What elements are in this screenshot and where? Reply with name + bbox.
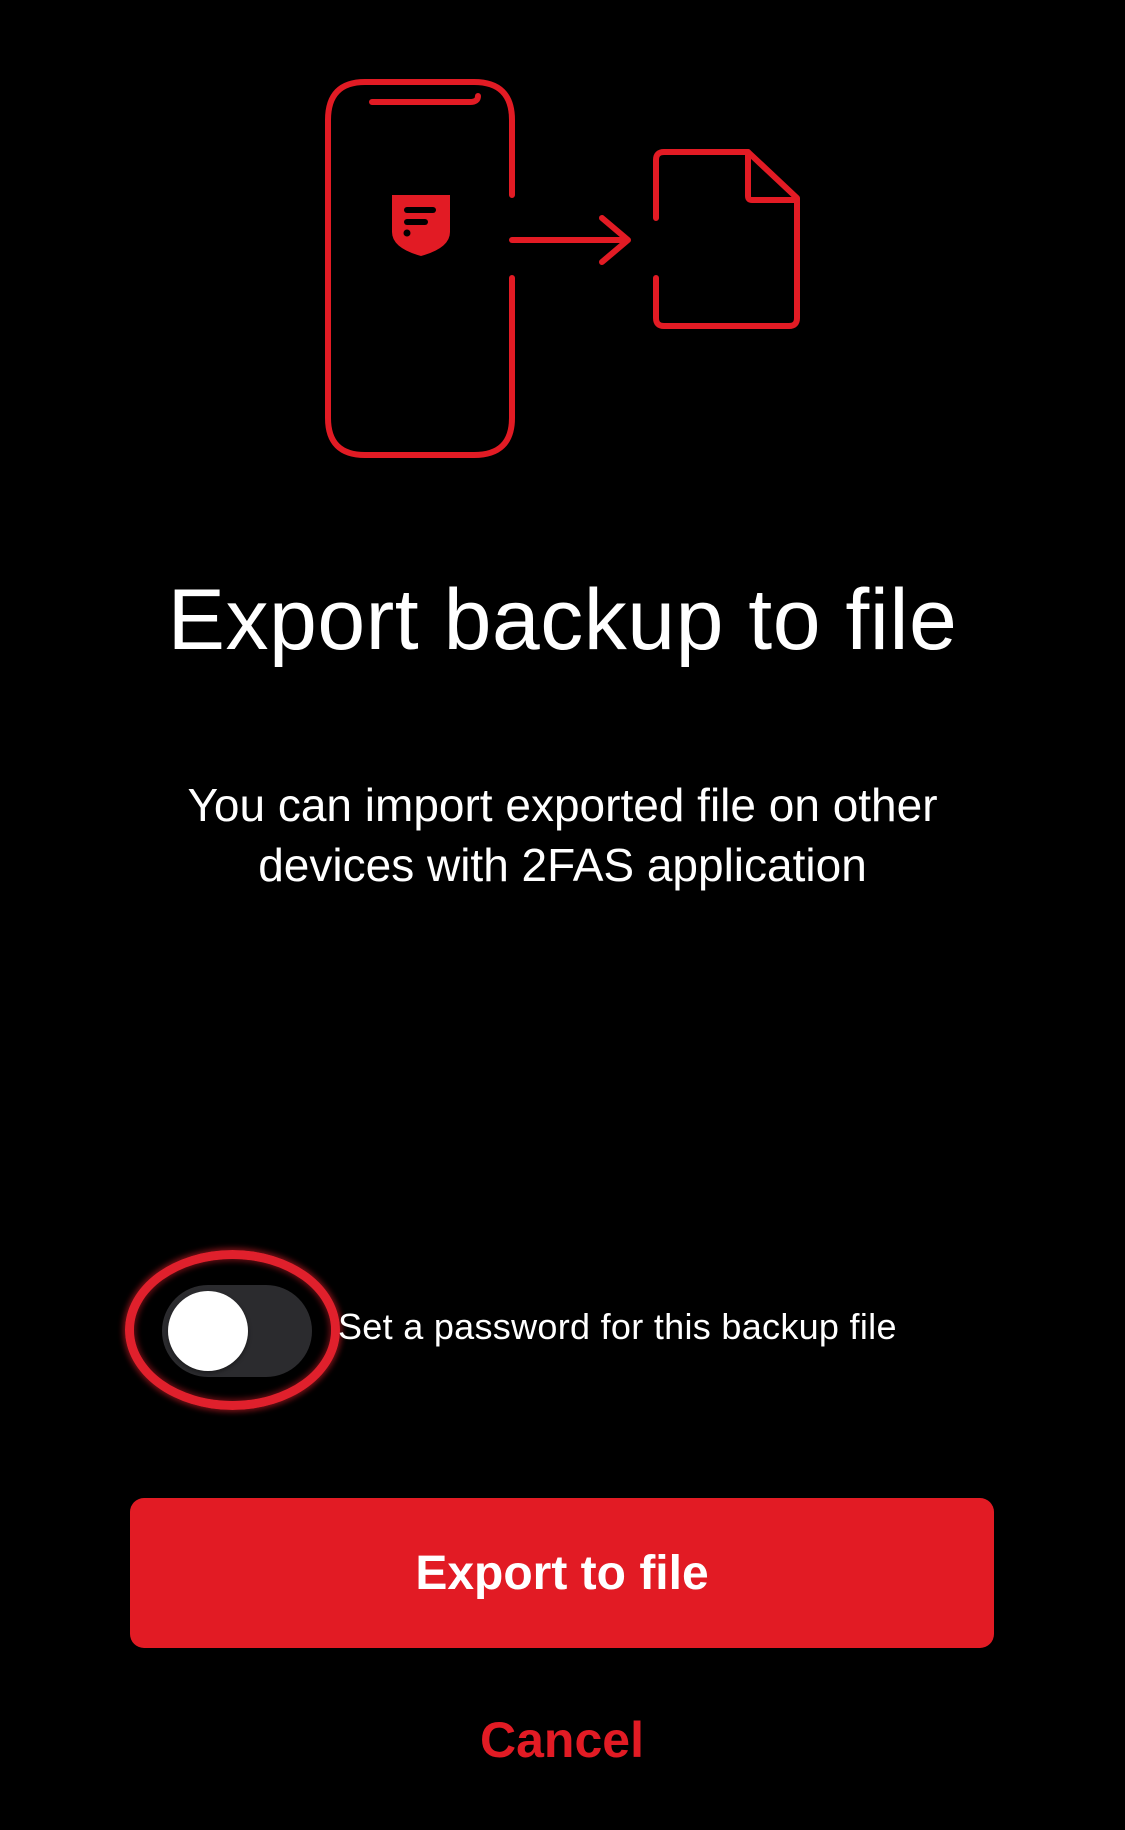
password-toggle-label: Set a password for this backup file: [338, 1306, 897, 1347]
toggle-knob: [168, 1291, 248, 1371]
export-illustration: [325, 79, 800, 458]
password-toggle-switch[interactable]: [162, 1285, 312, 1377]
page-description: You can import exported file on other de…: [187, 779, 938, 891]
page-title: Export backup to file: [167, 572, 958, 668]
arrow-right-icon: [509, 215, 631, 265]
cancel-button[interactable]: Cancel: [362, 1700, 762, 1780]
export-to-file-button[interactable]: Export to file: [130, 1498, 994, 1648]
2fas-shield-logo-icon: [392, 195, 450, 256]
password-toggle-row: Set a password for this backup file: [120, 1250, 1020, 1410]
document-file-icon: [653, 149, 800, 329]
phone-outline-icon: [325, 79, 515, 458]
